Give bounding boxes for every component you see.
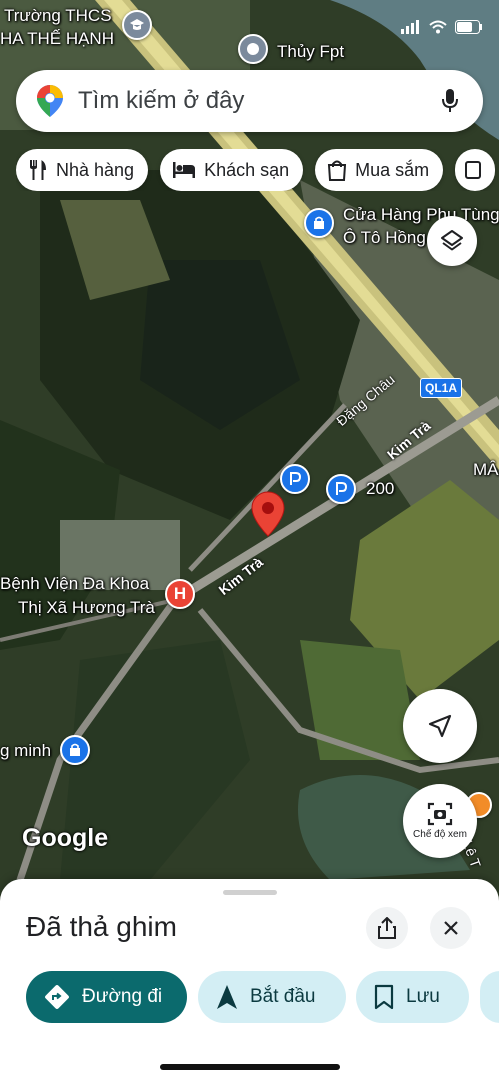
- status-icons: [401, 20, 483, 34]
- share-button[interactable]: [366, 907, 408, 949]
- shopping-poi-icon[interactable]: [304, 208, 334, 238]
- share-icon: [378, 917, 396, 939]
- directions-button[interactable]: Đường đi: [26, 971, 187, 1023]
- bookmark-icon: [374, 984, 394, 1010]
- chip-hotels[interactable]: Khách sạn: [160, 149, 304, 191]
- search-input[interactable]: Tìm kiếm ở đây: [78, 87, 441, 115]
- chip-shopping[interactable]: Mua sắm: [315, 149, 444, 191]
- dropped-pin-marker[interactable]: [250, 490, 286, 538]
- chip-restaurants[interactable]: Nhà hàng: [16, 149, 149, 191]
- battery-icon: [455, 20, 482, 34]
- more-action-button[interactable]: [480, 971, 499, 1023]
- view-mode-label: Chế độ xem: [413, 829, 467, 840]
- home-indicator: [160, 1064, 340, 1070]
- more-category-icon: [465, 161, 482, 179]
- chip-label: Mua sắm: [355, 159, 430, 180]
- directions-icon: [45, 985, 69, 1009]
- hospital-label[interactable]: Bệnh Viện Đa Khoa: [0, 574, 149, 594]
- close-icon: [444, 921, 458, 935]
- ma-label[interactable]: MÂ: [473, 460, 499, 480]
- save-label: Lưu: [406, 986, 440, 1007]
- hotel-icon: [173, 162, 196, 178]
- chip-label: Khách sạn: [204, 159, 290, 180]
- save-button[interactable]: Lưu: [356, 971, 469, 1023]
- layers-button[interactable]: [427, 216, 477, 266]
- hospital-label-line2[interactable]: Thị Xã Hương Trà: [18, 598, 155, 618]
- start-label: Bắt đầu: [250, 986, 316, 1007]
- google-logo: Google: [22, 824, 109, 852]
- sheet-title: Đã thả ghim: [26, 911, 177, 942]
- highway-shield-ql1a: QL1A: [420, 378, 463, 398]
- category-chips: Nhà hàng Khách sạn Mua sắm: [16, 149, 499, 191]
- g-minh-label[interactable]: g minh: [0, 741, 51, 761]
- shop-label-line2[interactable]: Ô Tô Hồng: [343, 228, 426, 248]
- cellular-signal-icon: [401, 20, 419, 34]
- bottom-sheet[interactable]: Đã thả ghim Đường đi Bắt đầu Lưu: [0, 879, 499, 1080]
- shop-label[interactable]: Cửa Hàng Phụ Tùng: [343, 205, 499, 225]
- directions-label: Đường đi: [82, 986, 163, 1007]
- parking-poi-icon-200[interactable]: [326, 474, 356, 504]
- my-location-button[interactable]: [403, 689, 477, 763]
- close-button[interactable]: [430, 907, 472, 949]
- chip-label: Nhà hàng: [56, 159, 135, 180]
- shopping-poi-icon-2[interactable]: [60, 735, 90, 765]
- camera-scan-icon: [427, 802, 453, 826]
- search-bar[interactable]: Tìm kiếm ở đây: [16, 70, 483, 132]
- navigate-icon: [217, 985, 237, 1009]
- chip-more[interactable]: [455, 149, 496, 191]
- microphone-icon[interactable]: [441, 88, 459, 114]
- shopping-icon: [328, 160, 347, 181]
- sheet-drag-handle[interactable]: [223, 890, 277, 895]
- restaurant-icon: [30, 160, 46, 180]
- google-maps-pin-icon: [36, 84, 64, 118]
- hospital-poi-icon[interactable]: H: [165, 579, 195, 609]
- layers-icon: [441, 230, 463, 251]
- start-button[interactable]: Bắt đầu: [198, 971, 346, 1023]
- navigation-arrow-icon: [428, 714, 452, 738]
- view-mode-button[interactable]: Chế độ xem: [403, 784, 477, 858]
- status-bar: [0, 0, 499, 48]
- parking-200-label[interactable]: 200: [366, 479, 394, 499]
- wifi-icon: [429, 20, 447, 34]
